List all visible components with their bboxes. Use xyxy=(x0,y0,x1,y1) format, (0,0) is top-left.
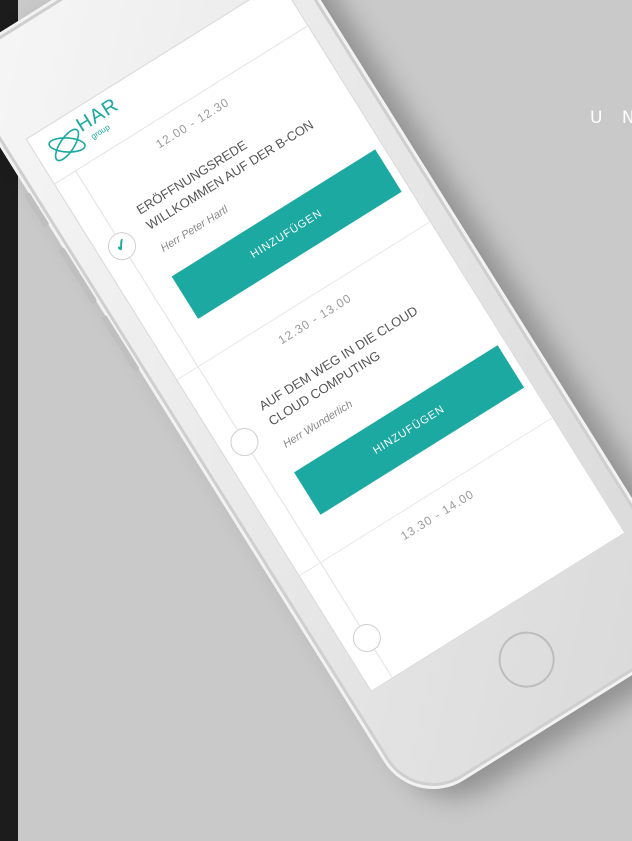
session-checkbox[interactable]: ✓ xyxy=(102,226,142,266)
mute-switch xyxy=(23,191,50,229)
session-checkbox[interactable] xyxy=(225,422,264,462)
phone-device: HAR group 12.00 - 12.30 ✓ ERÖFFNUNGSREDE… xyxy=(0,0,632,811)
checkmark-icon: ✓ xyxy=(111,235,132,257)
volume-down-button xyxy=(100,314,141,373)
phone-screen: HAR group 12.00 - 12.30 ✓ ERÖFFNUNGSREDE… xyxy=(25,0,626,692)
background-label: U N xyxy=(590,108,632,128)
session-checkbox[interactable] xyxy=(347,618,387,658)
volume-up-button xyxy=(58,246,98,305)
home-button[interactable] xyxy=(488,621,566,699)
